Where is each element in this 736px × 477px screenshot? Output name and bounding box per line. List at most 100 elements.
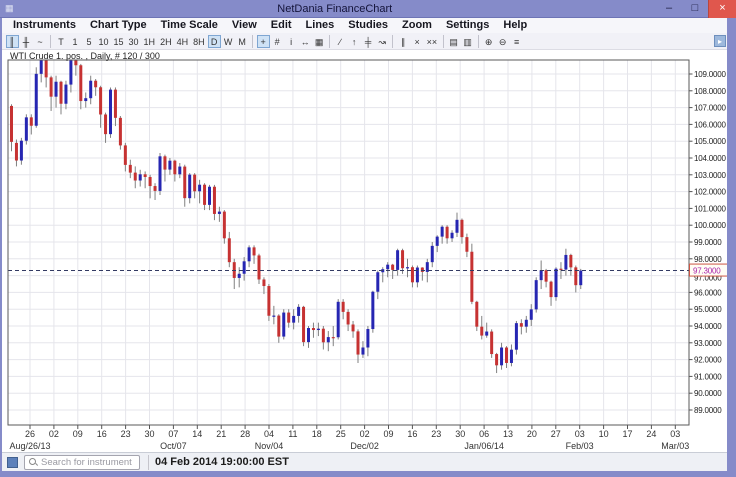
window-title: NetDania FinanceChart <box>14 3 656 15</box>
x-tick-label: 04 <box>264 429 274 439</box>
timescale-10min-button[interactable]: 10 <box>97 35 111 48</box>
freehand-line-button[interactable]: ↝ <box>376 35 389 48</box>
timescale-daily-button[interactable]: D <box>208 35 221 48</box>
menu-item-instruments[interactable]: Instruments <box>6 18 83 33</box>
y-tick-label: 99.0000 <box>694 238 722 247</box>
menu-item-time-scale[interactable]: Time Scale <box>154 18 225 33</box>
x-tick-label: 30 <box>144 429 154 439</box>
delete-all-lines-button[interactable]: ×× <box>425 35 440 48</box>
menu-item-studies[interactable]: Studies <box>341 18 395 33</box>
price-chart[interactable]: 109.0000108.0000107.0000106.0000105.0000… <box>0 50 736 452</box>
last-price-marker: 97.3000 <box>690 264 732 276</box>
x-tick-label: 24 <box>646 429 656 439</box>
x-tick-label: 10 <box>599 429 609 439</box>
x-tick-label: 18 <box>312 429 322 439</box>
x-tick-label: 27 <box>551 429 561 439</box>
timescale-tick-button[interactable]: T <box>55 35 68 48</box>
x-tick-label: 07 <box>168 429 178 439</box>
crosshair-button[interactable]: + <box>257 35 270 48</box>
menu-item-zoom[interactable]: Zoom <box>395 18 439 33</box>
timescale-1min-button[interactable]: 1 <box>69 35 82 48</box>
minimize-button[interactable]: – <box>656 0 682 18</box>
vertical-line-button[interactable]: ↑ <box>348 35 361 48</box>
x-tick-label: 09 <box>383 429 393 439</box>
delete-line-button[interactable]: × <box>411 35 424 48</box>
menu-item-view[interactable]: View <box>225 18 264 33</box>
y-tick-label: 90.0000 <box>694 389 722 398</box>
zoom-out-button[interactable]: ⊖ <box>496 35 509 48</box>
candle <box>371 291 374 333</box>
y-tick-label: 108.0000 <box>694 87 727 96</box>
menu-item-settings[interactable]: Settings <box>439 18 496 33</box>
x-month-label: Nov/04 <box>255 441 284 451</box>
menu-item-chart-type[interactable]: Chart Type <box>83 18 154 33</box>
zoom-reset-button[interactable]: ≡ <box>510 35 523 48</box>
window-frame-left <box>0 18 2 477</box>
ohlc-bars-button[interactable]: ╫ <box>20 35 33 48</box>
search-input[interactable] <box>41 457 139 468</box>
trend-line-button[interactable]: ∕ <box>334 35 347 48</box>
parallel-lines-button[interactable]: ∥ <box>397 35 410 48</box>
menu-item-help[interactable]: Help <box>496 18 534 33</box>
timescale-weekly-button[interactable]: W <box>222 35 235 48</box>
menu-item-edit[interactable]: Edit <box>264 18 299 33</box>
menubar: InstrumentsChart TypeTime ScaleViewEditL… <box>2 18 727 33</box>
x-tick-label: 16 <box>97 429 107 439</box>
instrument-searchbox[interactable] <box>24 455 140 470</box>
window-frame-right <box>727 18 736 477</box>
y-tick-label: 106.0000 <box>694 120 727 129</box>
x-month-label: Aug/26/13 <box>9 441 50 451</box>
toolbar-overflow-button[interactable]: ▸ <box>714 35 726 47</box>
scroll-pan-button[interactable]: ↔ <box>299 35 312 48</box>
timescale-1h-button[interactable]: 1H <box>142 35 158 48</box>
x-tick-label: 23 <box>121 429 131 439</box>
data-panel-button[interactable]: ▦ <box>313 35 326 48</box>
candle <box>535 277 538 312</box>
maximize-button[interactable]: □ <box>682 0 708 18</box>
timescale-5min-button[interactable]: 5 <box>83 35 96 48</box>
info-button[interactable]: i <box>285 35 298 48</box>
y-tick-label: 91.0000 <box>694 372 722 381</box>
print-preview-button[interactable]: ▥ <box>461 35 474 48</box>
y-tick-label: 94.0000 <box>694 322 722 331</box>
timescale-monthly-button[interactable]: M <box>236 35 249 48</box>
y-axis: 109.0000108.0000107.0000106.0000105.0000… <box>689 70 727 415</box>
grid-toggle-button[interactable]: # <box>271 35 284 48</box>
candle <box>555 267 558 301</box>
menu-item-lines[interactable]: Lines <box>299 18 342 33</box>
x-tick-label: 09 <box>73 429 83 439</box>
candle <box>119 116 122 150</box>
toolbar: ║╫~T151015301H2H4H8HDWM+#i↔▦∕↑╪↝∥×××▤▥⊕⊖… <box>2 33 727 50</box>
toolbar-separator <box>252 35 253 48</box>
y-tick-label: 109.0000 <box>694 70 727 79</box>
candle <box>337 299 340 339</box>
line-chart-button[interactable]: ~ <box>34 35 47 48</box>
timescale-4h-button[interactable]: 4H <box>175 35 191 48</box>
candle <box>159 153 162 195</box>
timescale-2h-button[interactable]: 2H <box>158 35 174 48</box>
y-tick-label: 96.0000 <box>694 288 722 297</box>
toolbar-separator <box>329 35 330 48</box>
y-tick-label: 102.0000 <box>694 188 727 197</box>
timescale-8h-button[interactable]: 8H <box>191 35 207 48</box>
zoom-in-button[interactable]: ⊕ <box>482 35 495 48</box>
candle <box>515 321 518 355</box>
timescale-15min-button[interactable]: 15 <box>112 35 126 48</box>
y-tick-label: 89.0000 <box>694 406 722 415</box>
candlestick-chart-button[interactable]: ║ <box>6 35 19 48</box>
candle <box>35 67 38 127</box>
close-button[interactable]: × <box>708 0 736 18</box>
timescale-30min-button[interactable]: 30 <box>127 35 141 48</box>
window-frame-bottom <box>0 471 736 477</box>
x-month-label: Dec/02 <box>350 441 379 451</box>
app-window: ▦ NetDania FinanceChart – □ × Instrument… <box>0 0 736 477</box>
x-tick-label: 06 <box>479 429 489 439</box>
y-tick-label: 92.0000 <box>694 356 722 365</box>
y-tick-label: 98.0000 <box>694 255 722 264</box>
y-tick-label: 107.0000 <box>694 104 727 113</box>
channel-lines-button[interactable]: ╪ <box>362 35 375 48</box>
x-tick-label: 16 <box>407 429 417 439</box>
print-button[interactable]: ▤ <box>447 35 460 48</box>
instrument-label: WTI Crude 1. pos. , Daily, # 120 / 300 <box>10 51 160 61</box>
search-icon <box>29 458 38 467</box>
